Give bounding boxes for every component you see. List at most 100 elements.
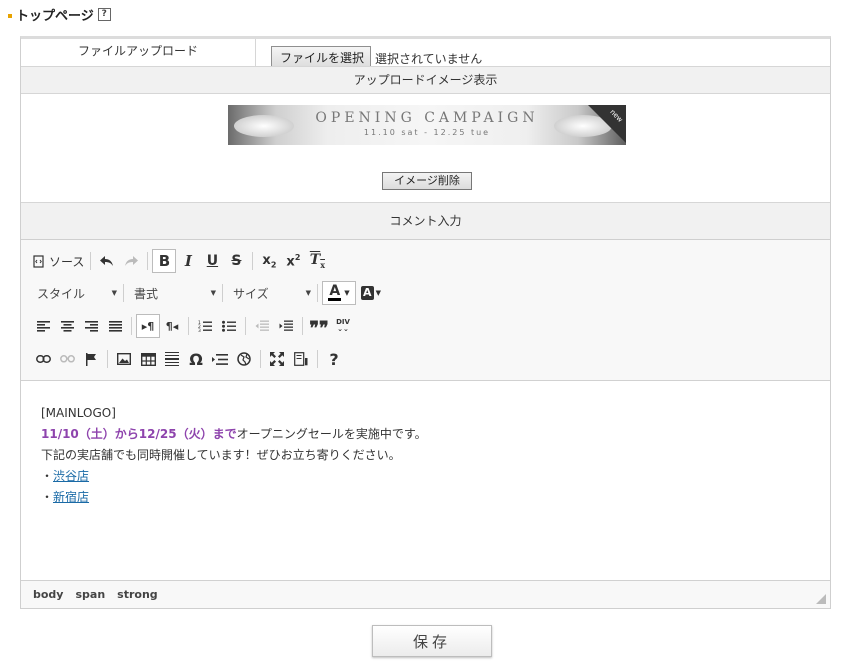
bold-button[interactable]: B [152, 249, 177, 273]
rich-text-editor: ソース B I U S x2 x2 Tx スタイル ▼ 書式 ▼ サイズ ▼ A… [21, 240, 830, 608]
underline-icon: U [206, 253, 219, 269]
banner-image: OPENING CAMPAIGN 11.10 sat - 12.25 tue n… [228, 105, 626, 145]
content-line-5: ・新宿店 [41, 487, 810, 508]
path-span[interactable]: span [75, 588, 105, 601]
file-upload-row: ファイルアップロード ファイルを選択 選択されていません [21, 39, 830, 67]
align-center-button[interactable] [55, 314, 79, 338]
remove-format-button[interactable]: Tx [305, 249, 329, 273]
toolbar-row-1: ソース B I U S x2 x2 Tx [31, 248, 329, 274]
anchor-button[interactable] [79, 347, 103, 371]
blockquote-button[interactable]: ❞❞ [307, 314, 331, 338]
delete-image-button[interactable]: イメージ削除 [382, 172, 472, 190]
toolbar-separator [302, 317, 303, 335]
align-left-button[interactable] [31, 314, 55, 338]
banner-title: OPENING CAMPAIGN [315, 110, 539, 126]
text-direction-rtl-icon: ¶◂ [165, 319, 179, 333]
align-justify-icon [108, 320, 122, 332]
section-title-text: トップページ [16, 9, 94, 24]
toolbar-separator [252, 252, 254, 270]
maximize-button[interactable] [265, 347, 289, 371]
align-right-icon [84, 320, 98, 332]
chevron-down-icon: ▼ [344, 289, 350, 297]
undo-button[interactable] [95, 249, 119, 273]
text-color-button[interactable]: A ▼ [322, 281, 356, 305]
iframe-button[interactable] [232, 347, 256, 371]
shibuya-store-link[interactable]: 渋谷店 [53, 469, 89, 483]
toolbar-separator [245, 317, 246, 335]
chevron-down-icon: ▼ [375, 289, 381, 297]
campaign-text: オープニングセールを実施中です。 [236, 427, 427, 441]
image-button[interactable] [112, 347, 136, 371]
chevron-down-icon: ▼ [305, 289, 311, 297]
size-combo[interactable]: サイズ ▼ [227, 281, 313, 305]
toolbar-separator [317, 350, 318, 368]
italic-button[interactable]: I [176, 249, 200, 273]
page-break-button[interactable] [208, 347, 232, 371]
resize-handle-icon[interactable] [816, 594, 826, 604]
source-button[interactable]: ソース [31, 249, 86, 273]
outdent-button[interactable] [250, 314, 274, 338]
toolbar-row-4: Ω ? [31, 346, 346, 372]
align-center-icon [60, 320, 74, 332]
save-button[interactable]: 保存 [372, 625, 492, 657]
horizontal-rule-icon [165, 352, 179, 366]
content-line-1: [MAINLOGO] [41, 406, 116, 420]
text-direction-ltr-icon: ▸¶ [141, 319, 155, 333]
align-justify-button[interactable] [103, 314, 127, 338]
path-strong[interactable]: strong [117, 588, 158, 601]
chevron-down-icon: ▼ [111, 289, 117, 297]
show-blocks-button[interactable] [289, 347, 313, 371]
banner-corner [588, 105, 626, 143]
help-icon[interactable]: ? [97, 8, 111, 21]
link-button[interactable] [31, 347, 55, 371]
toolbar-separator [222, 284, 223, 302]
redo-button[interactable] [119, 249, 143, 273]
ltr-button[interactable]: ▸¶ [136, 314, 160, 338]
file-status-text: 選択されていません [375, 52, 483, 66]
subscript-button[interactable]: x2 [257, 249, 281, 273]
bullet-mark: ・ [41, 490, 54, 504]
underline-button[interactable]: U [200, 249, 224, 273]
toolbar-separator [123, 284, 124, 302]
element-path-bar: body span strong [21, 580, 830, 608]
unlink-button[interactable] [55, 347, 79, 371]
maximize-icon [270, 352, 284, 366]
toolbar-separator [131, 317, 132, 335]
indent-button[interactable] [274, 314, 298, 338]
size-combo-label: サイズ [233, 286, 269, 301]
rtl-button[interactable]: ¶◂ [160, 314, 184, 338]
format-combo[interactable]: 書式 ▼ [128, 281, 218, 305]
chevron-down-icon: ▼ [210, 289, 216, 297]
special-char-button[interactable]: Ω [184, 347, 208, 371]
editor-content[interactable]: [MAINLOGO] 11/10（土）から12/25（火）までオープニングセール… [21, 381, 830, 579]
bg-color-button[interactable]: A ▼ [356, 281, 386, 305]
bold-icon: B [158, 252, 171, 270]
question-icon: ? [329, 349, 339, 369]
horizontal-rule-button[interactable] [160, 347, 184, 371]
superscript-button[interactable]: x2 [281, 249, 305, 273]
choose-file-button[interactable]: ファイルを選択 [271, 46, 372, 66]
svg-text:3: 3 [198, 328, 201, 332]
toolbar-separator [188, 317, 189, 335]
image-preview-row: OPENING CAMPAIGN 11.10 sat - 12.25 tue n… [21, 94, 830, 203]
numbered-list-button[interactable]: 123 [193, 314, 217, 338]
link-icon [35, 355, 51, 363]
bulleted-list-button[interactable] [217, 314, 241, 338]
path-body[interactable]: body [33, 588, 63, 601]
align-right-button[interactable] [79, 314, 103, 338]
undo-icon [100, 256, 114, 266]
source-icon [33, 254, 44, 268]
globe-icon [237, 352, 251, 366]
form-table: ファイルアップロード ファイルを選択 選択されていません アップロードイメージ表… [20, 36, 831, 609]
strike-button[interactable]: S [224, 249, 248, 273]
table-button[interactable] [136, 347, 160, 371]
about-button[interactable]: ? [322, 347, 346, 371]
shinjuku-store-link[interactable]: 新宿店 [53, 490, 89, 504]
unlink-icon [59, 355, 75, 363]
style-combo[interactable]: スタイル ▼ [31, 281, 119, 305]
toolbar-separator [90, 252, 92, 270]
title-bullet [8, 13, 12, 18]
bg-color-icon: A [361, 286, 374, 300]
div-container-button[interactable]: DIV ⌄⌄ [331, 314, 355, 338]
toolbar-separator [260, 350, 261, 368]
